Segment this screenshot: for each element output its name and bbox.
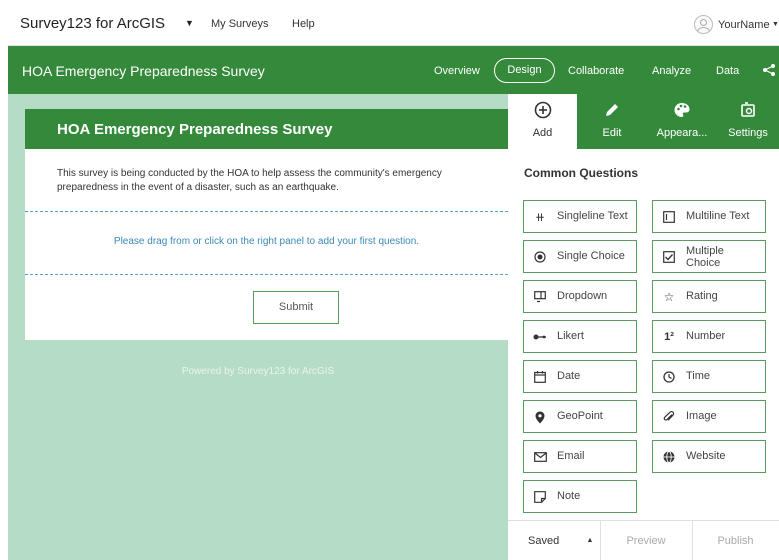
user-menu-caret-icon[interactable]: ▼ xyxy=(772,21,779,28)
question-label: Note xyxy=(557,490,581,502)
question-label: Singleline Text xyxy=(557,210,628,222)
question-label: Email xyxy=(557,450,585,462)
question-label: Time xyxy=(686,370,711,382)
question-label: Rating xyxy=(686,290,718,302)
top-bar: Survey123 for ArcGIS ▼ My Surveys Help Y… xyxy=(8,3,779,46)
nav-help[interactable]: Help xyxy=(292,18,315,30)
multiline-text-icon xyxy=(662,210,676,224)
nav-design[interactable]: Design xyxy=(494,58,555,83)
app-title[interactable]: Survey123 for ArcGIS xyxy=(20,15,165,32)
question-geopoint[interactable]: GeoPoint xyxy=(523,400,637,433)
question-number[interactable]: 1² Number xyxy=(652,320,766,353)
number-icon: 1² xyxy=(664,331,674,343)
question-label: Image xyxy=(686,410,717,422)
nav-overview[interactable]: Overview xyxy=(434,65,480,77)
dropdown-icon xyxy=(533,290,547,304)
share-icon[interactable] xyxy=(762,63,776,77)
question-likert[interactable]: Likert xyxy=(523,320,637,353)
question-single-choice[interactable]: Single Choice xyxy=(523,240,637,273)
question-date[interactable]: Date xyxy=(523,360,637,393)
question-website[interactable]: Website xyxy=(652,440,766,473)
preview-button[interactable]: Preview xyxy=(600,521,692,560)
checkbox-icon xyxy=(662,250,676,264)
question-panel: Add Edit Appeara... Settings Common Ques… xyxy=(508,94,779,560)
question-label: Multiple Choice xyxy=(686,244,724,269)
powered-by-text: Powered by Survey123 for ArcGIS xyxy=(181,366,335,377)
question-label: Website xyxy=(686,450,726,462)
question-image[interactable]: Image xyxy=(652,400,766,433)
settings-icon xyxy=(741,102,755,117)
user-name[interactable]: YourName xyxy=(718,19,770,31)
tab-edit[interactable]: Edit xyxy=(577,94,647,149)
tab-settings[interactable]: Settings xyxy=(717,94,779,149)
question-drop-zone[interactable]: Please drag from or click on the right p… xyxy=(25,211,508,275)
note-icon xyxy=(533,490,547,504)
question-label: Dropdown xyxy=(557,290,608,302)
paperclip-icon xyxy=(662,410,676,424)
submit-button[interactable]: Submit xyxy=(253,291,339,324)
envelope-icon xyxy=(533,450,547,464)
question-email[interactable]: Email xyxy=(523,440,637,473)
question-multiple-choice[interactable]: Multiple Choice xyxy=(652,240,766,273)
panel-tabs: Add Edit Appeara... Settings xyxy=(508,94,779,149)
tab-edit-label: Edit xyxy=(602,127,622,139)
question-note[interactable]: Note xyxy=(523,480,637,513)
question-label: Single Choice xyxy=(557,250,625,262)
avatar-icon[interactable] xyxy=(694,15,713,34)
radio-icon xyxy=(533,250,547,264)
question-dropdown[interactable]: Dropdown xyxy=(523,280,637,313)
likert-icon xyxy=(533,330,547,344)
question-rating[interactable]: ☆ Rating xyxy=(652,280,766,313)
tab-add[interactable]: Add xyxy=(508,94,577,149)
question-label: Multiline Text xyxy=(686,210,750,222)
question-singleline-text[interactable]: ⧺ Singleline Text xyxy=(523,200,637,233)
calendar-icon xyxy=(533,370,547,384)
tab-appearance[interactable]: Appeara... xyxy=(647,94,717,149)
plus-circle-icon xyxy=(534,101,551,119)
survey-canvas: HOA Emergency Preparedness Survey This s… xyxy=(8,94,508,560)
publish-button[interactable]: Publish xyxy=(692,521,779,560)
palette-icon xyxy=(674,103,690,117)
saved-status: Saved xyxy=(528,535,560,547)
common-questions-title: Common Questions xyxy=(524,166,639,180)
app-menu-caret-icon[interactable]: ▼ xyxy=(185,18,194,28)
tab-appearance-label: Appeara... xyxy=(656,127,708,139)
question-label: Date xyxy=(557,370,581,382)
clock-icon xyxy=(662,370,676,384)
singleline-text-icon: ⧺ xyxy=(534,210,546,224)
question-label: GeoPoint xyxy=(557,410,603,422)
star-icon: ☆ xyxy=(663,290,675,304)
panel-footer: Saved ▲ Preview Publish xyxy=(508,520,779,560)
nav-collaborate[interactable]: Collaborate xyxy=(568,65,624,77)
survey-form-card: HOA Emergency Preparedness Survey This s… xyxy=(25,109,508,340)
nav-analyze[interactable]: Analyze xyxy=(652,65,691,77)
globe-icon xyxy=(662,450,676,464)
nav-my-surveys[interactable]: My Surveys xyxy=(211,18,268,30)
question-time[interactable]: Time xyxy=(652,360,766,393)
map-pin-icon xyxy=(533,410,547,424)
form-header[interactable]: HOA Emergency Preparedness Survey xyxy=(25,109,508,149)
drop-zone-hint: Please drag from or click on the right p… xyxy=(113,236,420,247)
nav-data[interactable]: Data xyxy=(716,65,739,77)
tab-add-label: Add xyxy=(532,127,553,139)
question-label: Likert xyxy=(557,330,584,342)
saved-menu-caret-icon[interactable]: ▲ xyxy=(580,521,600,560)
survey-title: HOA Emergency Preparedness Survey xyxy=(22,63,265,79)
question-label: Number xyxy=(686,330,726,342)
survey-header-bar: HOA Emergency Preparedness Survey Overvi… xyxy=(8,46,779,94)
question-multiline-text[interactable]: Multiline Text xyxy=(652,200,766,233)
pencil-icon xyxy=(606,104,618,116)
tab-settings-label: Settings xyxy=(728,127,768,139)
form-description[interactable]: This survey is being conducted by the HO… xyxy=(57,167,502,195)
form-title: HOA Emergency Preparedness Survey xyxy=(57,121,333,138)
